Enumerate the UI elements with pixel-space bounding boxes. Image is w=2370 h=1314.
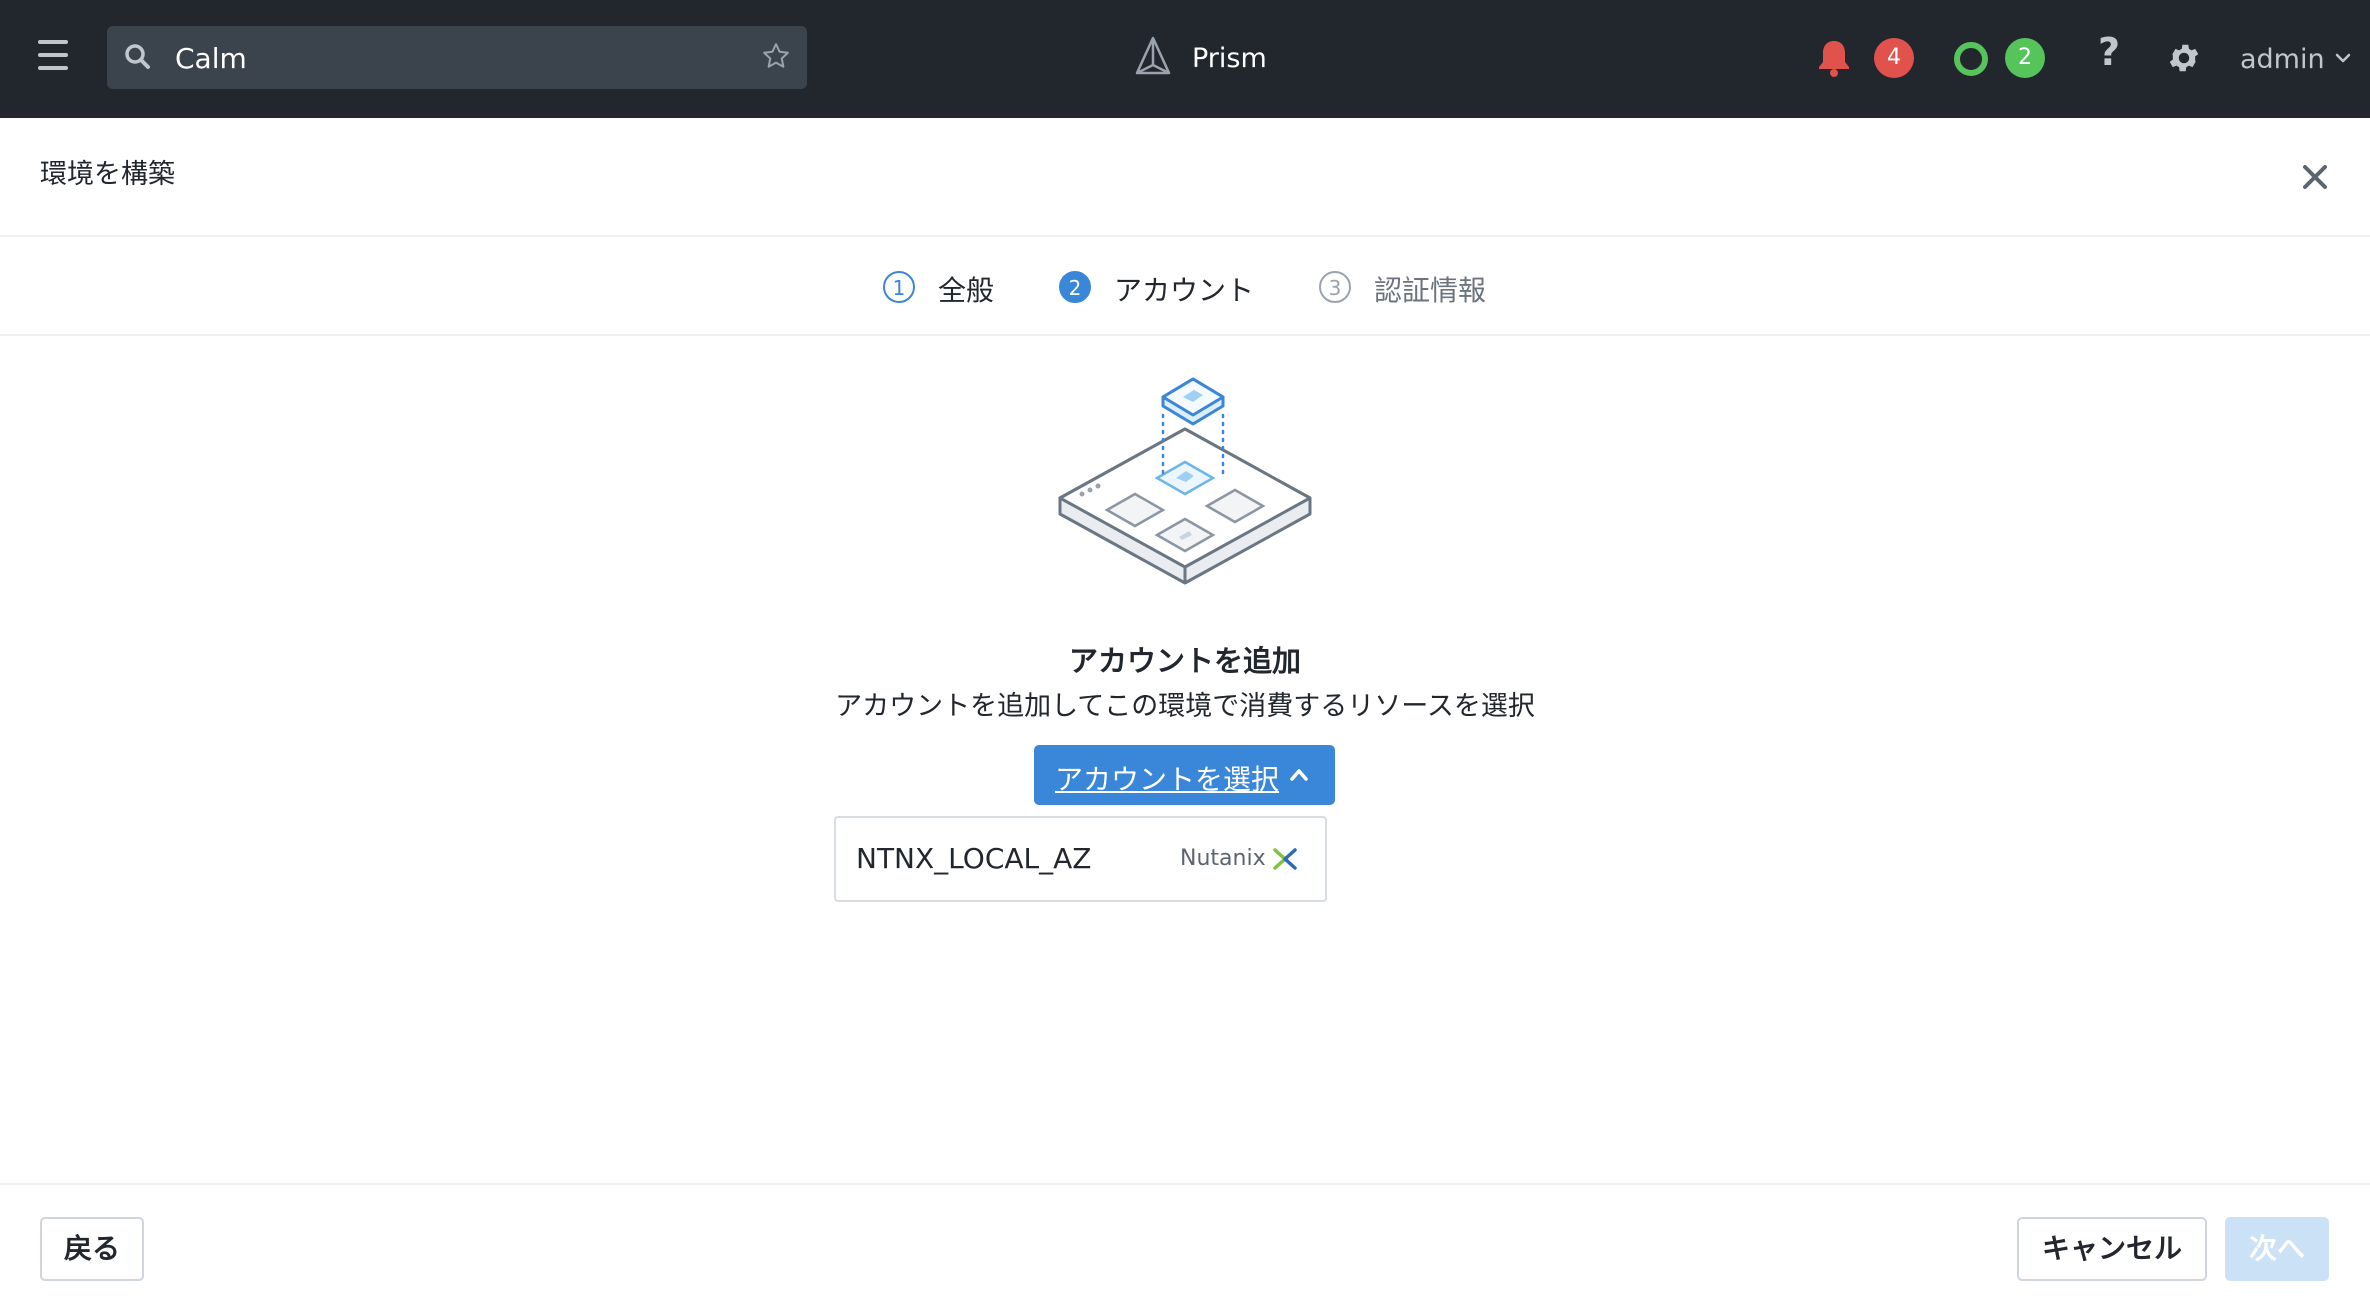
alerts-count-badge[interactable]: 4 <box>1874 38 1914 78</box>
next-button[interactable]: 次へ <box>2225 1217 2329 1281</box>
search-input[interactable]: Calm <box>175 42 247 75</box>
cancel-button[interactable]: キャンセル <box>2017 1217 2207 1281</box>
user-menu[interactable]: admin <box>2240 44 2325 75</box>
account-name: NTNX_LOCAL_AZ <box>856 842 1092 875</box>
nutanix-logo-icon <box>1272 847 1298 875</box>
select-account-label: アカウントを選択 <box>1055 763 1280 796</box>
gear-icon[interactable] <box>2166 40 2202 80</box>
content-description: アカウントを追加してこの環境で消費するリソースを選択 <box>835 691 1535 722</box>
status-ring-icon[interactable] <box>1954 42 1988 76</box>
star-icon[interactable] <box>761 41 791 75</box>
step-label: 認証情報 <box>1374 274 1487 307</box>
steps-divider <box>0 334 2370 336</box>
step-number: 3 <box>1319 271 1351 303</box>
close-icon[interactable] <box>2300 162 2330 196</box>
hamburger-menu-icon[interactable] <box>38 40 68 70</box>
account-dropdown-list: NTNX_LOCAL_AZ Nutanix <box>834 816 1327 902</box>
chevron-up-icon <box>1288 765 1310 789</box>
search-bar[interactable]: Calm <box>107 26 807 89</box>
step-label: アカウント <box>1114 274 1255 307</box>
search-icon <box>123 42 153 76</box>
chevron-down-icon[interactable] <box>2334 50 2352 69</box>
prism-logo-icon <box>1133 35 1173 83</box>
dialog-title: 環境を構築 <box>40 159 175 190</box>
step-number: 1 <box>883 271 915 303</box>
back-button[interactable]: 戻る <box>40 1217 144 1281</box>
tasks-count-badge[interactable]: 2 <box>2005 38 2045 78</box>
account-provider: Nutanix <box>1180 846 1266 871</box>
help-icon[interactable]: ? <box>2098 30 2120 74</box>
select-account-button[interactable]: アカウントを選択 <box>1034 745 1335 805</box>
app-name: Prism <box>1192 43 1267 74</box>
add-account-illustration <box>1052 370 1316 598</box>
account-option[interactable]: NTNX_LOCAL_AZ Nutanix <box>836 818 1325 900</box>
header-divider <box>0 235 2370 237</box>
bell-icon[interactable] <box>1816 38 1852 82</box>
content-heading: アカウントを追加 <box>1068 644 1301 678</box>
step-number: 2 <box>1059 271 1091 303</box>
step-label: 全般 <box>938 274 995 307</box>
top-navigation-bar: Calm Prism 4 2 ? admin <box>0 0 2370 118</box>
footer-divider <box>0 1183 2370 1185</box>
